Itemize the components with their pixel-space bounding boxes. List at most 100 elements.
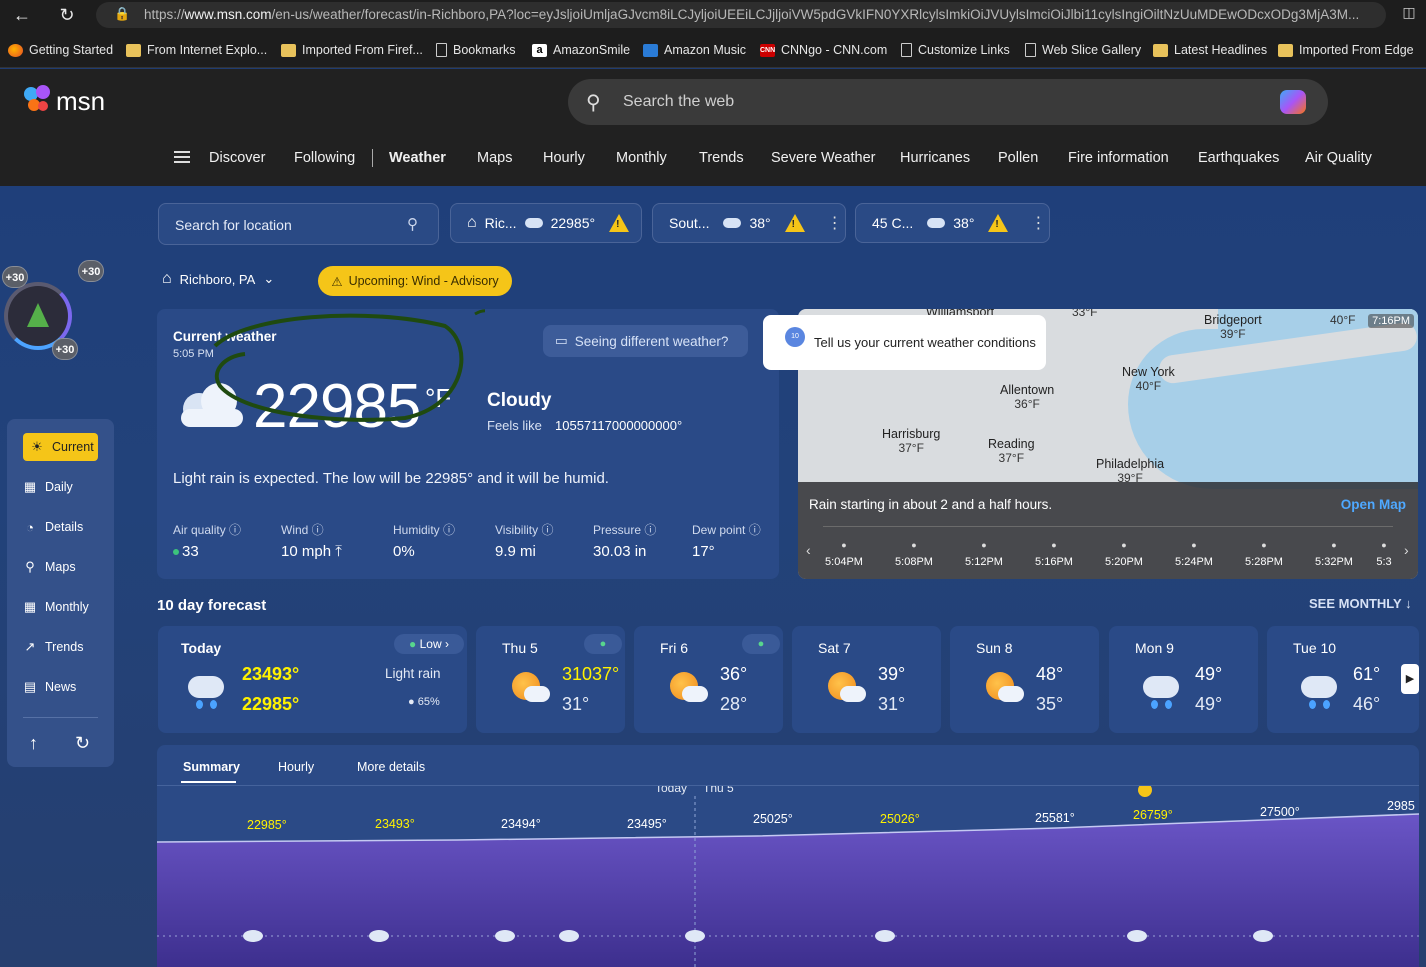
forecast-day-tue[interactable]: Tue 10 61° 46°	[1267, 626, 1419, 733]
current-temperature: 22985	[253, 372, 421, 441]
trend-icon: ↗	[24, 639, 36, 654]
nav-trends[interactable]: Trends	[699, 150, 744, 166]
refresh-icon[interactable]: ↻	[55, 4, 79, 26]
sidebar-item-monthly[interactable]: ▦ Monthly	[23, 595, 89, 619]
timeline-tick[interactable]: ● 5:12PM	[962, 540, 1006, 568]
nav-earthquakes[interactable]: Earthquakes	[1198, 150, 1279, 166]
sidebar-item-maps[interactable]: ⚲ Maps	[23, 555, 75, 579]
sidebar-item-news[interactable]: ▤ News	[23, 675, 76, 699]
nav-discover[interactable]: Discover	[209, 150, 265, 166]
see-monthly-link[interactable]: SEE MONTHLY ↓	[1309, 596, 1412, 611]
timeline-tick[interactable]: ● 5:28PM	[1242, 540, 1286, 568]
timeline-tick[interactable]: ● 5:20PM	[1102, 540, 1146, 568]
nav-air-quality[interactable]: Air Quality	[1305, 150, 1372, 166]
nav-maps[interactable]: Maps	[477, 150, 512, 166]
hour-temp-label: 22985°	[247, 818, 287, 832]
fav-latest-headlines[interactable]: Latest Headlines	[1153, 41, 1267, 59]
sidebar-item-daily[interactable]: ▦ Daily	[23, 475, 73, 499]
forecast-day-sat[interactable]: Sat 7 39° 31°	[792, 626, 941, 733]
fav-internet-explorer[interactable]: From Internet Explo...	[126, 41, 267, 59]
fav-amazonsmile[interactable]: a AmazonSmile	[532, 41, 630, 59]
fav-cnn[interactable]: CNN CNNgo - CNN.com	[760, 41, 887, 59]
current-weather-card: Current weather 5:05 PM 22985 °F Cloudy …	[157, 309, 779, 579]
temperature-unit[interactable]: °F	[425, 383, 451, 414]
map-city-temp: 33°F	[1072, 309, 1098, 319]
nav-severe-weather[interactable]: Severe Weather	[771, 150, 876, 166]
next-days-arrow[interactable]: ▶	[1401, 664, 1419, 694]
map-city-allentown: Allentown 36°F	[1000, 383, 1055, 411]
nav-weather[interactable]: Weather	[389, 150, 446, 166]
cloud-icon	[723, 218, 742, 228]
tree-icon	[27, 303, 49, 327]
sidebar-item-current[interactable]: ☀ Current	[23, 433, 98, 461]
tab-more-details[interactable]: More details	[357, 760, 425, 774]
chevron-left-icon[interactable]: ‹	[806, 542, 811, 558]
sidebar-item-trends[interactable]: ↗ Trends	[23, 635, 84, 659]
seeing-different-weather-button[interactable]: ▭ Seeing different weather?	[543, 325, 748, 357]
conditions-tooltip[interactable]: 10 Tell us your current weather conditio…	[763, 315, 1046, 370]
forecast-day-fri[interactable]: Fri 6 ● 36° 28°	[634, 626, 783, 733]
rewards-widget[interactable]: +30 +30 +30	[0, 260, 110, 362]
address-bar[interactable]: 🔒 https://www.msn.com/en-us/weather/fore…	[96, 2, 1386, 28]
menu-icon[interactable]	[174, 151, 190, 166]
location-chip-south[interactable]: Sout... 38° ! ⋮	[652, 203, 846, 243]
stat-dew-point[interactable]: Dew point ⓘ 17°	[692, 521, 761, 560]
timeline-tick[interactable]: ● 5:08PM	[892, 540, 936, 568]
timeline-tick[interactable]: ● 5:3	[1372, 540, 1396, 568]
copilot-icon[interactable]	[1280, 90, 1306, 114]
tab-summary[interactable]: Summary	[183, 760, 240, 774]
chevron-right-icon[interactable]: ›	[1404, 542, 1409, 558]
open-map-link[interactable]: Open Map	[1341, 497, 1406, 512]
pollen-badge[interactable]: ● Low ›	[394, 634, 464, 654]
fav-getting-started[interactable]: Getting Started	[8, 41, 113, 59]
timeline-tick[interactable]: ● 5:32PM	[1312, 540, 1356, 568]
nav-monthly[interactable]: Monthly	[616, 150, 667, 166]
msn-logo[interactable]: msn	[24, 85, 105, 117]
fav-firefox[interactable]: Imported From Firef...	[281, 41, 423, 59]
location-chip-home[interactable]: ⌂ Ric... 22985° !	[450, 203, 642, 243]
day-label: Today	[655, 786, 687, 795]
web-search-box[interactable]: ⚲ Search the web	[568, 79, 1328, 125]
more-options-icon[interactable]: ⋮	[827, 213, 843, 233]
refresh-icon[interactable]: ↻	[75, 731, 90, 755]
fav-amazon-music[interactable]: Amazon Music	[643, 41, 746, 59]
current-location[interactable]: ⌂ Richboro, PA ⌄	[162, 270, 274, 288]
timeline-tick[interactable]: ● 5:16PM	[1032, 540, 1076, 568]
fav-web-slice[interactable]: Web Slice Gallery	[1025, 41, 1141, 59]
temperature-trend-chart[interactable]: Today Thu 5 22985° 23493° 23494° 23495° …	[157, 786, 1419, 967]
forecast-day-today[interactable]: Today ● Low › 23493° 22985° Light rain ●…	[158, 626, 467, 733]
back-icon[interactable]: ←	[10, 4, 34, 26]
day-low: 22985°	[242, 694, 300, 714]
forecast-day-sun[interactable]: Sun 8 48° 35°	[950, 626, 1099, 733]
nav-hourly[interactable]: Hourly	[543, 150, 585, 166]
location-search[interactable]: Search for location ⚲	[158, 203, 439, 245]
stat-air-quality[interactable]: Air quality ⓘ 33	[173, 521, 241, 560]
nav-pollen[interactable]: Pollen	[998, 150, 1038, 166]
forecast-day-thu[interactable]: Thu 5 ● 31037° 31°	[476, 626, 625, 733]
tab-hourly[interactable]: Hourly	[278, 760, 314, 774]
fav-customize-links[interactable]: Customize Links	[901, 41, 1010, 59]
tab-actions-icon[interactable]: ◫	[1398, 4, 1420, 26]
sidebar-item-details[interactable]: ◔ Details	[23, 515, 83, 539]
forecast-day-mon[interactable]: Mon 9 49° 49°	[1109, 626, 1258, 733]
timeline-tick[interactable]: ● 5:24PM	[1172, 540, 1216, 568]
home-icon: ⌂	[467, 214, 477, 231]
stat-visibility[interactable]: Visibility ⓘ 9.9 mi	[495, 521, 553, 560]
location-chip-45c[interactable]: 45 C... 38° ! ⋮	[855, 203, 1050, 243]
day-high: 39°	[878, 664, 906, 684]
map-timestamp: 7:16PM	[1368, 314, 1414, 328]
fav-imported-edge[interactable]: Imported From Edge	[1278, 41, 1414, 59]
stat-wind[interactable]: Wind ⓘ 10 mph ⤒	[281, 521, 342, 560]
scroll-top-icon[interactable]: ↑	[29, 731, 38, 755]
wind-advisory-badge[interactable]: ⚠ Upcoming: Wind - Advisory	[318, 266, 512, 296]
nav-following[interactable]: Following	[294, 150, 355, 166]
nav-hurricanes[interactable]: Hurricanes	[900, 150, 970, 166]
fav-bookmarks[interactable]: Bookmarks	[436, 41, 516, 59]
chip-temp: 38°	[953, 215, 975, 231]
more-options-icon[interactable]: ⋮	[1030, 213, 1046, 233]
timeline-tick[interactable]: ● 5:04PM	[822, 540, 866, 568]
stat-pressure[interactable]: Pressure ⓘ 30.03 in	[593, 521, 656, 560]
nav-fire-information[interactable]: Fire information	[1068, 150, 1169, 166]
stat-humidity[interactable]: Humidity ⓘ 0%	[393, 521, 455, 560]
hour-temp-label: 23495°	[627, 817, 667, 831]
